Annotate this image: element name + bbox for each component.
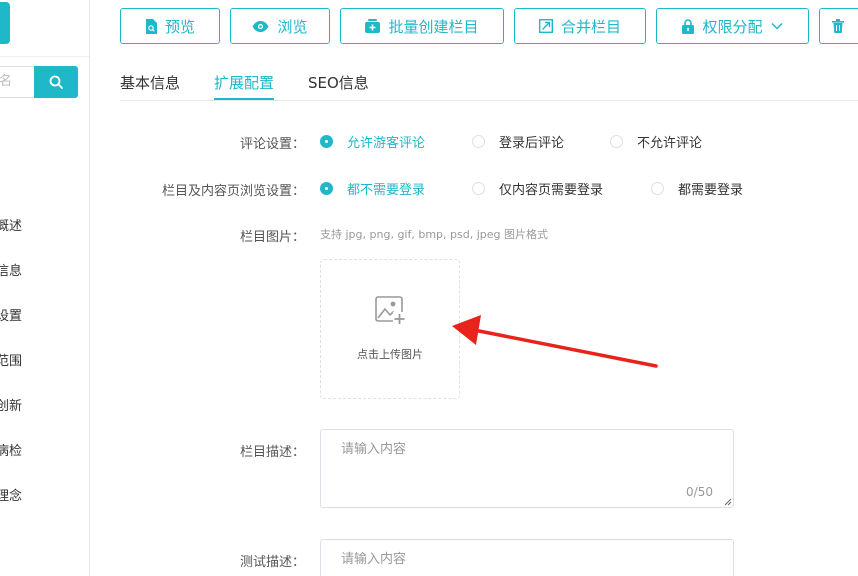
merge-icon	[538, 19, 553, 33]
column-description-label: 栏目描述：	[239, 445, 305, 460]
description-placeholder: 请输入内容	[341, 442, 407, 457]
test-description-placeholder: 请输入内容	[341, 552, 407, 567]
sidebar-top-button[interactable]	[0, 2, 10, 44]
radio-dot	[320, 182, 333, 195]
radio-label: 登录后评论	[499, 136, 565, 151]
stack-add-icon	[365, 19, 381, 33]
lock-icon	[682, 18, 695, 34]
radio-dot	[472, 135, 485, 148]
image-add-icon	[375, 296, 406, 325]
resize-handle-icon[interactable]	[724, 498, 732, 506]
browse-setting-label: 栏目及内容页浏览设置：	[161, 184, 305, 199]
tabs-divider	[120, 100, 858, 101]
sidebar-item[interactable]: 概述	[0, 215, 22, 234]
radio-no-login-required[interactable]: 都不需要登录	[320, 179, 425, 198]
radio-login-comment[interactable]: 登录后评论	[472, 132, 564, 151]
sidebar-divider	[0, 56, 89, 57]
permission-button[interactable]: 权限分配	[656, 8, 809, 44]
sidebar-search-button[interactable]	[34, 66, 78, 98]
tab-seo-info[interactable]: SEO信息	[308, 72, 369, 93]
document-preview-icon	[145, 18, 157, 34]
radio-no-comment[interactable]: 不允许评论	[610, 132, 702, 151]
preview-button[interactable]: 预览	[120, 8, 220, 44]
column-description-textarea[interactable]: 请输入内容 0/50	[320, 429, 734, 508]
tab-extended-config[interactable]: 扩展配置	[214, 72, 274, 93]
browse-button-label: 浏览	[277, 17, 308, 36]
preview-button-label: 预览	[164, 17, 195, 36]
sidebar-item[interactable]: 信息	[0, 260, 22, 279]
radio-content-login-required[interactable]: 仅内容页需要登录	[472, 179, 603, 198]
sidebar: 名 概述 信息 设置 范围 创新 病检 理念	[0, 0, 90, 576]
sidebar-item[interactable]: 创新	[0, 395, 22, 414]
radio-label: 仅内容页需要登录	[499, 183, 604, 198]
test-description-textarea[interactable]: 请输入内容	[320, 539, 734, 576]
search-icon	[49, 75, 63, 89]
permission-button-label: 权限分配	[702, 17, 763, 36]
radio-all-login-required[interactable]: 都需要登录	[651, 179, 743, 198]
radio-label: 允许游客评论	[347, 136, 426, 151]
radio-dot	[320, 135, 333, 148]
trash-icon	[832, 19, 844, 33]
radio-label: 都不需要登录	[347, 183, 426, 198]
radio-dot	[651, 182, 664, 195]
merge-button[interactable]: 合并栏目	[514, 8, 646, 44]
batch-create-button-label: 批量创建栏目	[388, 17, 479, 36]
eye-icon	[252, 20, 269, 32]
radio-dot	[472, 182, 485, 195]
sidebar-item[interactable]: 理念	[0, 485, 22, 504]
tab-basic-info[interactable]: 基本信息	[120, 72, 180, 93]
column-image-label: 栏目图片：	[239, 230, 305, 245]
browse-button[interactable]: 浏览	[230, 8, 330, 44]
sidebar-item[interactable]: 病检	[0, 440, 22, 459]
character-counter: 0/50	[686, 485, 713, 499]
comment-setting-label: 评论设置：	[239, 137, 305, 152]
test-description-label: 测试描述：	[239, 555, 305, 570]
batch-create-button[interactable]: 批量创建栏目	[340, 8, 504, 44]
radio-dot	[610, 135, 623, 148]
radio-label: 都需要登录	[678, 183, 744, 198]
sidebar-item[interactable]: 范围	[0, 350, 22, 369]
upload-text: 点击上传图片	[357, 348, 423, 361]
image-format-hint: 支持 jpg, png, gif, bmp, psd, jpeg 图片格式	[320, 228, 548, 241]
delete-button[interactable]	[819, 8, 858, 44]
radio-allow-guest-comment[interactable]: 允许游客评论	[320, 132, 425, 151]
active-tab-indicator	[214, 98, 274, 100]
sidebar-search-input[interactable]: 名	[0, 66, 34, 98]
sidebar-item[interactable]: 设置	[0, 305, 22, 324]
radio-label: 不允许评论	[637, 136, 703, 151]
merge-button-label: 合并栏目	[560, 17, 621, 36]
image-upload-area[interactable]: 点击上传图片	[320, 259, 460, 399]
chevron-down-icon	[770, 22, 783, 30]
